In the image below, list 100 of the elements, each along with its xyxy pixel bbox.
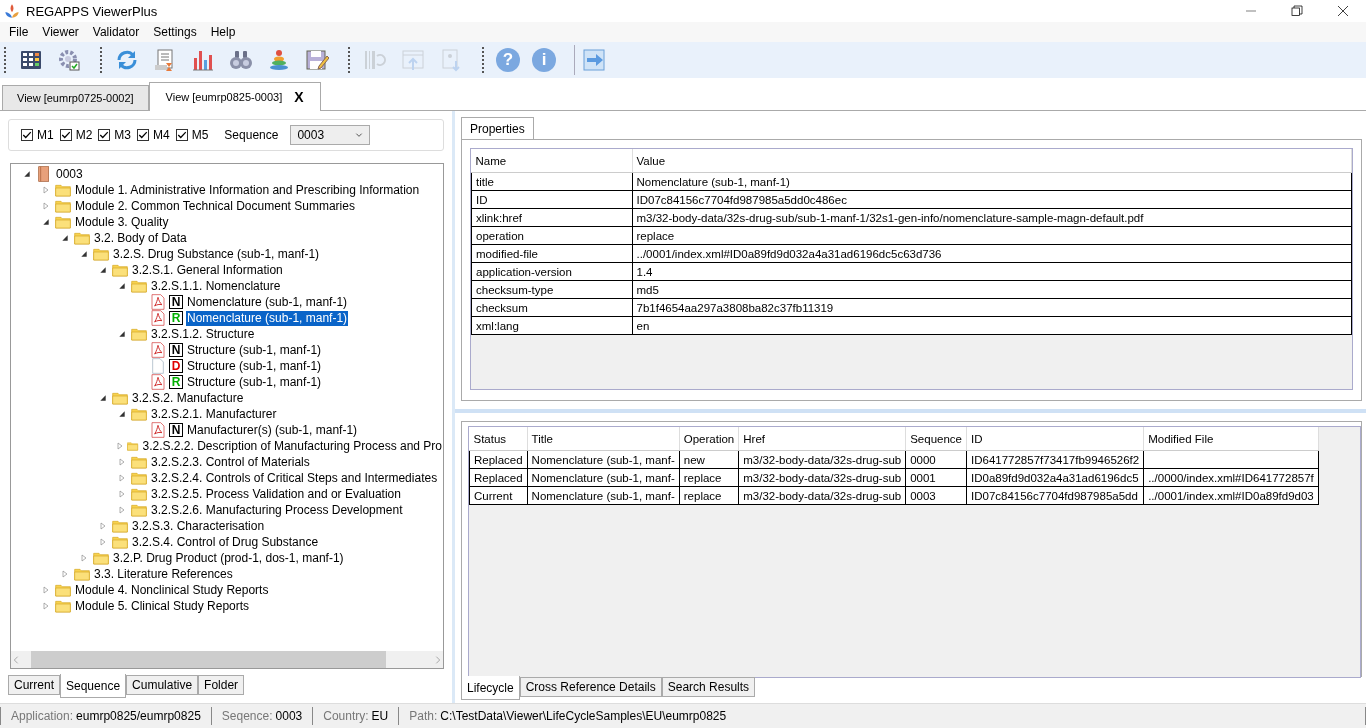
sequence-dropdown[interactable]: 0003 — [290, 125, 371, 145]
view-mode-tab[interactable]: Current — [8, 675, 60, 695]
tree-item[interactable]: 3.3. Literature References — [93, 566, 234, 582]
menu-item[interactable]: Viewer — [35, 25, 86, 39]
tree-item[interactable]: Structure (sub-1, manf-1) — [186, 374, 323, 390]
checkbox[interactable] — [21, 129, 33, 141]
check-icon — [22, 130, 32, 140]
table-cell: xml:lang — [471, 316, 632, 335]
pdf-file-icon — [150, 294, 166, 310]
window-title: REGAPPS ViewerPlus — [26, 3, 158, 19]
expanded-arrow-icon — [42, 218, 50, 226]
tree-item[interactable]: Module 5. Clinical Study Reports — [74, 598, 251, 614]
folder-icon — [55, 214, 71, 230]
collapsed-arrow-icon — [61, 570, 69, 578]
detail-tab[interactable]: Search Results — [661, 677, 756, 697]
operation-badge: D — [169, 359, 183, 373]
tree-item[interactable]: 0003 — [55, 166, 84, 182]
tree-item[interactable]: 3.2.S.2.4. Controls of Critical Steps and Intermediates — [150, 470, 439, 486]
tree-item[interactable]: 3.2.S.1. General Information — [131, 262, 284, 278]
menu-item[interactable]: Validator — [85, 25, 147, 39]
checkbox[interactable] — [98, 129, 111, 141]
tree-item[interactable]: 3.2.S.2.2. Description of Manufacturing Process and Pro — [141, 438, 443, 454]
table-cell: m3/32-body-data/32s-drug-sub — [738, 450, 906, 469]
tree-item[interactable]: Structure (sub-1, manf-1) — [186, 342, 323, 358]
column-header[interactable]: Href — [738, 427, 906, 451]
tab-label: View [eumrp0825-0003] — [165, 91, 283, 103]
table-cell: modified-file — [471, 244, 632, 263]
tree-item[interactable]: 3.2.S.2.6. Manufacturing Process Development — [150, 502, 404, 518]
view-mode-tab[interactable]: Cumulative — [126, 675, 199, 695]
tree-item[interactable]: Structure (sub-1, manf-1) — [186, 358, 323, 374]
folder-icon — [131, 278, 147, 294]
properties-tab[interactable]: Properties — [461, 117, 534, 139]
tree-item[interactable]: 3.2.S.2.3. Control of Materials — [150, 454, 311, 470]
tree-item[interactable]: 3.2.S.1.2. Structure — [150, 326, 256, 342]
blank-file-icon — [150, 358, 166, 374]
folder-icon — [131, 486, 147, 502]
scroll-right-icon — [433, 654, 443, 665]
table-cell: application-version — [471, 262, 632, 281]
pdf-file-icon — [150, 374, 166, 390]
tree-item[interactable]: Nomenclature (sub-1, manf-1) — [186, 310, 349, 326]
view-tab[interactable]: View [eumrp0725-0002] — [2, 85, 149, 110]
view-tab[interactable]: View [eumrp0825-0003] X — [148, 82, 321, 111]
check-icon — [99, 130, 110, 140]
tree-item[interactable]: Manufacturer(s) (sub-1, manf-1) — [186, 422, 359, 438]
horizontal-scrollbar[interactable] — [11, 651, 443, 668]
tree-item[interactable]: 3.2.S.4. Control of Drug Substance — [131, 534, 320, 550]
column-header[interactable]: Sequence — [905, 427, 967, 451]
status-label: Seqence: — [221, 709, 273, 723]
menu-item[interactable]: File — [2, 25, 36, 39]
checkbox[interactable] — [137, 129, 149, 141]
tree-item[interactable]: 3.2.S.1.1. Nomenclature — [150, 278, 282, 294]
tree-item[interactable]: 3.2.S.2.5. Process Validation and or Evaluation — [150, 486, 402, 502]
table-cell: Nomenclature (sub-1, manf- — [527, 486, 680, 505]
view-mode-tab[interactable]: Folder — [198, 675, 245, 695]
folder-icon — [131, 502, 147, 518]
exit-button[interactable] — [581, 47, 607, 73]
tree-item[interactable]: 3.2.S.3. Characterisation — [131, 518, 266, 534]
tree-item[interactable]: Module 3. Quality — [74, 214, 170, 230]
table-cell: Nomenclature (sub-1, manf- — [527, 450, 680, 469]
folder-icon — [131, 326, 147, 342]
tree-item[interactable]: 3.2.S. Drug Substance (sub-1, manf-1) — [112, 246, 321, 262]
table-cell: checksum-type — [471, 280, 632, 299]
folder-icon — [131, 454, 147, 470]
tree-item[interactable]: Module 4. Nonclinical Study Reports — [74, 582, 270, 598]
tree-item[interactable]: Nomenclature (sub-1, manf-1) — [186, 294, 349, 310]
tree-item[interactable]: 3.2.S.2.1. Manufacturer — [150, 406, 278, 422]
tree-item[interactable]: 3.2. Body of Data — [93, 230, 188, 246]
gear-button[interactable] — [56, 47, 82, 73]
column-header[interactable]: Operation — [679, 427, 739, 451]
table-cell: title — [471, 172, 632, 191]
view-mode-tab[interactable]: Sequence — [60, 674, 127, 698]
close-tab-button[interactable]: X — [294, 89, 304, 105]
column-header[interactable]: Status — [469, 427, 528, 451]
checkbox[interactable] — [59, 129, 72, 141]
tree-item[interactable]: 3.2.S.2. Manufacture — [131, 390, 245, 406]
expanded-arrow-icon — [99, 394, 107, 402]
column-header[interactable]: Value — [632, 149, 1352, 173]
save-button[interactable] — [304, 47, 330, 73]
checkbox-label: M2 — [75, 128, 93, 142]
status-value: eumrp0825/eumrp0825 — [76, 709, 201, 723]
detail-tab[interactable]: Lifecycle — [461, 676, 520, 700]
checkbox[interactable] — [175, 129, 188, 141]
column-header[interactable]: Modified File — [1143, 427, 1319, 451]
table-cell: ../0000/index.xml#ID641772857f — [1143, 468, 1319, 487]
table-cell: ID641772857f73417fb9946526f2 — [966, 450, 1144, 469]
table-cell: ../0001/index.xml#ID0a89fd9d032a4a31ad6196dc5c63d736 — [632, 244, 1352, 263]
detail-tab[interactable]: Cross Reference Details — [519, 677, 662, 697]
menu-item[interactable]: Help — [203, 25, 243, 39]
table-cell: 0003 — [905, 486, 967, 505]
table-cell: m3/32-body-data/32s-drug-sub — [738, 486, 906, 505]
column-header[interactable]: Name — [471, 149, 632, 173]
tree-item[interactable]: Module 1. Administrative Information and Prescribing Information — [74, 182, 421, 198]
tree-item[interactable]: 3.2.P. Drug Product (prod-1, dos-1, manf-1) — [112, 550, 345, 566]
status-value: 0003 — [275, 709, 303, 723]
menu-item[interactable]: Settings — [146, 25, 204, 39]
column-header[interactable]: ID — [966, 427, 1144, 451]
column-header[interactable]: Title — [527, 427, 680, 451]
tree-item[interactable]: Module 2. Common Technical Document Summaries — [74, 198, 356, 214]
folder-icon — [131, 406, 147, 422]
folder-icon — [55, 182, 71, 198]
